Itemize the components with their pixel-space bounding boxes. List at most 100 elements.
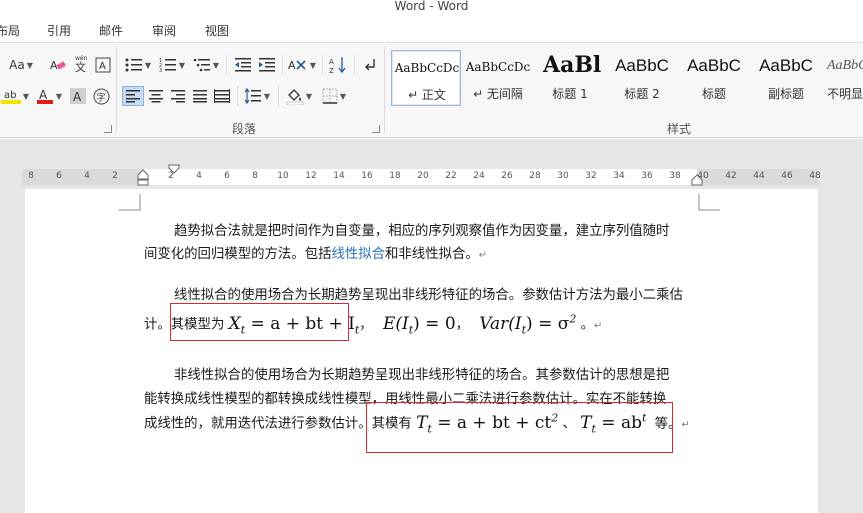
show-marks-button[interactable] [360,55,380,75]
clear-formatting-button[interactable]: A [47,55,69,75]
chevron-down-icon: ▼ [212,60,220,70]
bullets-icon [125,58,142,72]
first-line-indent-marker[interactable] [167,164,181,176]
align-left-button[interactable] [122,86,144,106]
paragraph-mark: ↵ [478,250,488,261]
align-center-button[interactable] [145,86,167,106]
decrease-indent-button[interactable] [232,55,254,75]
borders-icon [322,88,338,104]
character-border-button[interactable]: A [93,55,113,75]
styles-group-label: 样式 [667,122,692,136]
math-expression: Var(I [479,313,522,334]
paragraph-mark: ↵ [681,419,690,431]
chevron-down-icon: ▼ [178,60,186,70]
bullets-button[interactable]: ▼ [122,55,154,75]
group-separator [282,55,283,75]
ruler-number: 32 [585,171,597,181]
font-dialog-launcher[interactable] [104,125,112,133]
paragraph-dialog-launcher[interactable] [372,125,380,133]
document-page[interactable]: 趋势拟合法就是把时间作为自变量，相应的序列观察值作为因变量，建立序列值随时 间变… [25,189,818,513]
ruler-number: 22 [445,171,457,181]
ruler-number: 10 [277,171,289,181]
ribbon-tabs: 布局 引用 邮件 审阅 视图 [0,16,863,42]
sort-icon: AZ [329,57,346,74]
tab-mailings[interactable]: 邮件 [99,22,123,39]
window-title: Word - Word [394,0,469,13]
ruler-number: 42 [725,171,737,181]
right-indent-marker[interactable] [690,173,704,187]
borders-button[interactable]: ▼ [318,86,350,106]
horizontal-ruler[interactable]: 8 6 4 2 2 4 6 8 10 12 14 16 18 20 22 24 … [22,164,821,187]
line-spacing-button[interactable]: ▼ [241,86,273,106]
style-preview: AaBl [543,52,602,78]
style-title[interactable]: AaBbC 标题 [679,50,749,106]
style-subtle-emphasis[interactable]: AaBbC 不明显 [823,50,863,106]
ruler-number: 2 [112,171,118,181]
ruler-number: 18 [389,171,401,181]
ruler-number: 36 [641,171,653,181]
increase-indent-button[interactable] [256,55,278,75]
highlight-color-button[interactable]: ab ▼ [0,86,30,106]
style-subtitle[interactable]: AaBbC 副标题 [751,50,821,106]
style-heading-1[interactable]: AaBl 标题 1 [535,50,605,106]
chevron-down-icon: ▼ [339,91,347,101]
tab-view[interactable]: 视图 [205,22,229,39]
ruler-number: 20 [417,171,429,181]
ruler-number: 6 [224,171,230,181]
phonetic-guide-icon: wén文 [75,55,88,73]
annotation-box-linear-model [170,303,349,341]
chinese-layout-button[interactable]: A ▼ [286,55,318,75]
enclose-characters-button[interactable]: 字 [91,86,111,106]
style-no-spacing[interactable]: AaBbCcDc ↵ 无间隔 [463,50,533,106]
group-separator [237,86,238,106]
ruler-number: 46 [781,171,793,181]
ruler-number: 12 [305,171,317,181]
character-shading-button[interactable]: A [68,86,88,106]
chevron-down-icon: ▼ [263,91,271,101]
shading-button[interactable]: ▼ [283,86,315,106]
align-right-button[interactable] [167,86,189,106]
style-preview: AaBbC [759,56,813,75]
svg-text:Z: Z [329,67,334,74]
tab-references[interactable]: 引用 [47,22,71,39]
return-arrow-icon [365,59,375,71]
ruler-number: 48 [809,171,821,181]
phonetic-guide-button[interactable]: wén 文 [71,53,93,73]
tab-review[interactable]: 审阅 [152,22,176,39]
group-separator [322,55,323,75]
group-separator [226,55,227,75]
chevron-down-icon: ▼ [22,91,30,101]
sort-button[interactable]: AZ [327,55,349,75]
chevron-down-icon: ▼ [55,91,63,101]
decrease-indent-icon [235,58,251,72]
svg-text:字: 字 [96,91,105,103]
paragraph-1-line-2: 间变化的回归模型的方法。包括线性拟合和非线性拟合。↵ [144,242,487,262]
svg-text:A: A [99,61,106,72]
align-left-icon [126,90,140,103]
margin-corner-marker [698,194,720,211]
distributed-button[interactable] [211,86,233,106]
chinese-layout-icon: A [288,59,306,72]
tab-layout[interactable]: 布局 [0,22,20,39]
multilevel-list-button[interactable]: ▼ [190,55,222,75]
linear-fit-link[interactable]: 线性拟合 [331,247,385,262]
svg-text:A: A [329,58,334,66]
paragraph-group-label: 段落 [232,122,257,136]
align-right-icon [171,90,185,103]
math-expression: ) = σ [526,313,570,334]
numbering-button[interactable]: 1 2 3 ▼ [156,55,188,75]
title-bar: Word - Word [0,0,863,16]
change-case-button[interactable]: Aa ▼ [4,55,38,75]
style-heading-2[interactable]: AaBbC 标题 2 [607,50,677,106]
justify-button[interactable] [189,86,211,106]
svg-text:A: A [73,90,82,104]
style-normal[interactable]: AaBbCcDc ↵ 正文 [391,50,461,106]
ruler-number: 16 [361,171,373,181]
paragraph-3-line-1: 非线性拟合的使用场合为长期趋势呈现出非线形特征的场合。其参数估计的思想是把 [174,368,670,383]
ruler-number: 38 [669,171,681,181]
paragraph-mark: ↵ [594,320,603,332]
style-preview: AaBbC [687,56,741,75]
style-preview: AaBbC [827,58,863,73]
text-run: 间变化的回归模型的方法。包括 [144,247,332,262]
font-color-button[interactable]: A ▼ [34,86,64,106]
